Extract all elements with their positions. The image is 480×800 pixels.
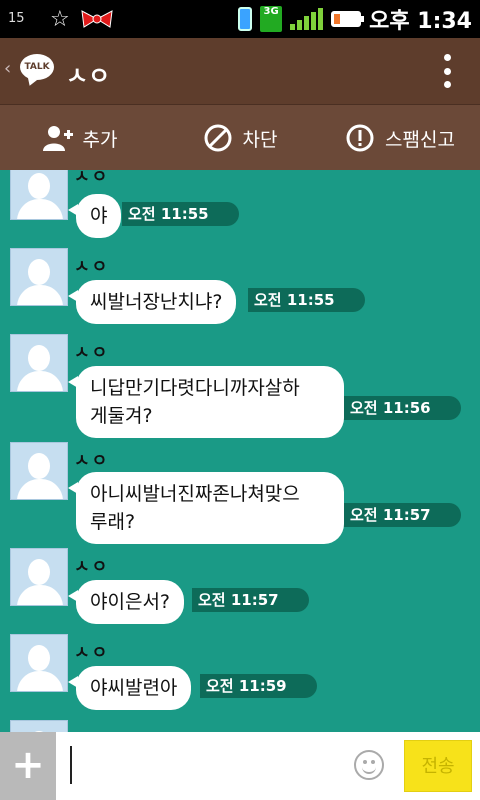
star-icon: ☆ bbox=[50, 6, 70, 32]
report-spam-button[interactable]: 스팸신고 bbox=[320, 105, 480, 171]
avatar[interactable] bbox=[10, 248, 68, 306]
add-friend-icon bbox=[42, 126, 73, 151]
message-time: 오전 11:57 bbox=[344, 503, 461, 527]
message-text: 야이은서? bbox=[90, 591, 171, 613]
report-spam-label: 스팸신고 bbox=[385, 128, 455, 151]
message-bubble[interactable]: 아니씨발너진짜존나쳐맞으 루래? bbox=[68, 472, 344, 544]
message-text: 야씨발련아 bbox=[90, 677, 178, 699]
block-icon bbox=[204, 124, 232, 152]
sender-name: ㅅㅇ bbox=[74, 557, 110, 577]
message-time: 오전 11:59 bbox=[200, 674, 317, 698]
emoji-icon[interactable] bbox=[354, 750, 384, 780]
message-input[interactable] bbox=[74, 742, 348, 790]
message-bubble[interactable]: 씨발너장난치냐? bbox=[67, 280, 237, 324]
message-bubble[interactable]: 야 bbox=[67, 194, 122, 238]
more-vertical-icon[interactable] bbox=[444, 54, 452, 88]
sender-name: ㅅㅇ bbox=[74, 170, 110, 187]
message-input-bar: + 전송 bbox=[0, 732, 480, 800]
phone-icon bbox=[238, 7, 253, 31]
add-friend-label: 추가 bbox=[82, 128, 118, 151]
attach-plus-button[interactable]: + bbox=[0, 732, 56, 800]
message-time: 오전 11:55 bbox=[122, 202, 239, 226]
sender-name: ㅅㅇ bbox=[74, 643, 110, 663]
bow-icon bbox=[81, 10, 113, 28]
message-text: 아니씨발너진짜존나쳐맞으 bbox=[90, 483, 300, 505]
signal-icon bbox=[290, 8, 324, 30]
message-bubble[interactable]: 니답만기다렷다니까자살하 게둘겨? bbox=[68, 366, 344, 438]
status-clock: 오후 1:34 bbox=[369, 9, 472, 34]
message-text: 루래? bbox=[90, 511, 136, 533]
battery-icon bbox=[331, 11, 365, 27]
message-text: 게둘겨? bbox=[90, 405, 153, 427]
block-button[interactable]: 차단 bbox=[160, 105, 320, 171]
text-cursor bbox=[70, 746, 72, 784]
sender-name: ㅅㅇ bbox=[74, 257, 110, 277]
status-bar: 15 ☆ 3G 오후 1:34 bbox=[0, 0, 480, 38]
chevron-left-icon[interactable]: ‹ bbox=[4, 58, 11, 79]
avatar[interactable] bbox=[10, 634, 68, 692]
avatar[interactable] bbox=[10, 442, 68, 500]
action-bar: 추가 차단 스팸신고 bbox=[0, 104, 480, 171]
message-text: 니답만기다렷다니까자살하 bbox=[90, 377, 300, 399]
chat-header: ‹ TALK ㅅㅇ bbox=[0, 38, 480, 104]
message-bubble[interactable]: 야이은서? bbox=[67, 580, 185, 624]
add-friend-button[interactable]: 추가 bbox=[0, 105, 160, 171]
block-label: 차단 bbox=[242, 128, 278, 151]
message-time: 오전 11:57 bbox=[192, 588, 309, 612]
avatar[interactable] bbox=[10, 170, 68, 220]
report-icon bbox=[346, 124, 374, 152]
message-text: 야 bbox=[90, 205, 108, 227]
message-time: 오전 11:56 bbox=[344, 396, 461, 420]
chat-area[interactable]: ㅅㅇ 오전 11:55 야 ㅅㅇ 오전 11:55 씨발너장난치냐? ㅅㅇ 오전… bbox=[0, 170, 480, 732]
talk-logo-icon[interactable]: TALK bbox=[20, 54, 54, 80]
sender-name: ㅅㅇ bbox=[74, 343, 110, 363]
message-time: 오전 11:55 bbox=[248, 288, 365, 312]
chat-title: ㅅㅇ bbox=[66, 62, 111, 90]
message-text: 씨발너장난치냐? bbox=[90, 291, 223, 313]
avatar[interactable] bbox=[10, 720, 68, 732]
sender-name: ㅅㅇ bbox=[74, 451, 110, 471]
status-number: 15 bbox=[8, 11, 25, 26]
avatar[interactable] bbox=[10, 334, 68, 392]
avatar[interactable] bbox=[10, 548, 68, 606]
message-bubble[interactable]: 야씨발련아 bbox=[67, 666, 192, 710]
network-3g-icon: 3G bbox=[260, 6, 283, 32]
send-button[interactable]: 전송 bbox=[404, 740, 472, 792]
